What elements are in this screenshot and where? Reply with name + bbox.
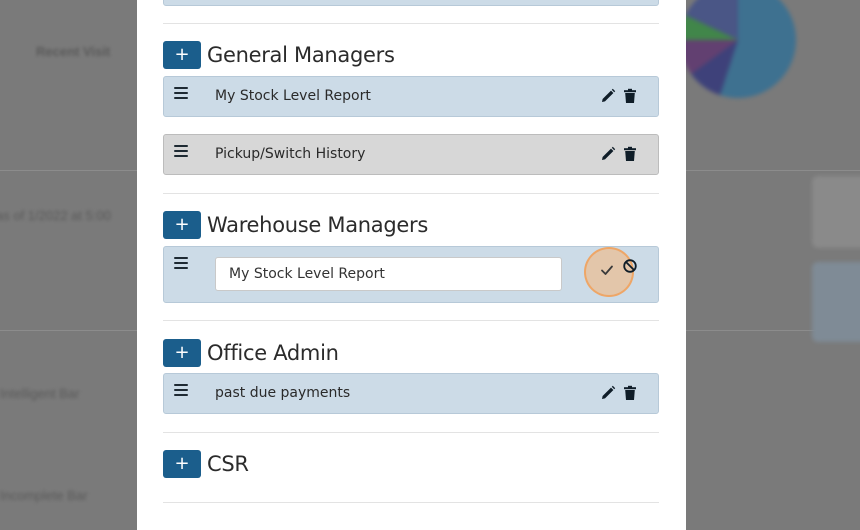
drag-handle-icon[interactable] xyxy=(174,87,188,101)
drag-handle-icon[interactable] xyxy=(174,145,188,159)
report-label: Pickup/Switch History xyxy=(215,146,366,162)
group-header-general-managers: + General Managers xyxy=(163,41,395,69)
report-name-input[interactable]: My Stock Level Report xyxy=(215,257,562,291)
bg-card xyxy=(812,176,860,248)
divider xyxy=(163,320,659,321)
divider xyxy=(163,193,659,194)
report-row[interactable]: past due payments xyxy=(163,373,659,414)
add-report-button[interactable]: + xyxy=(163,339,201,367)
confirm-edit-button[interactable] xyxy=(584,247,634,297)
report-label: past due payments xyxy=(215,385,351,401)
group-title: CSR xyxy=(207,452,249,476)
trash-icon[interactable] xyxy=(622,385,638,401)
group-title: Warehouse Managers xyxy=(207,213,428,237)
cancel-icon[interactable] xyxy=(622,258,638,274)
bg-heading: Recent Visit xyxy=(36,44,111,59)
add-report-button[interactable]: + xyxy=(163,41,201,69)
group-header-office-admin: + Office Admin xyxy=(163,339,339,367)
group-header-warehouse-managers: + Warehouse Managers xyxy=(163,211,428,239)
report-label: My Stock Level Report xyxy=(215,88,371,104)
group-title: General Managers xyxy=(207,43,395,67)
bg-text: Intelligent Bar xyxy=(0,386,80,401)
report-row-editing[interactable]: My Stock Level Report xyxy=(163,246,659,303)
pencil-icon[interactable] xyxy=(600,146,616,162)
group-title: Office Admin xyxy=(207,341,339,365)
drag-handle-icon[interactable] xyxy=(174,384,188,398)
drag-handle-icon[interactable] xyxy=(174,257,188,271)
pencil-icon[interactable] xyxy=(600,88,616,104)
divider xyxy=(163,432,659,433)
divider xyxy=(163,23,659,24)
divider xyxy=(163,502,659,503)
report-row[interactable]: My Stock Level Report xyxy=(163,76,659,117)
report-row[interactable]: Pickup/Switch History xyxy=(163,134,659,175)
bg-card xyxy=(812,262,860,342)
add-report-button[interactable]: + xyxy=(163,211,201,239)
dashboard-assignment-modal: + General Managers My Stock Level Report… xyxy=(137,0,686,530)
bg-pie-chart xyxy=(680,0,796,98)
add-report-button[interactable]: + xyxy=(163,450,201,478)
bg-text: Incomplete Bar xyxy=(0,488,88,503)
checkmark-icon xyxy=(601,265,613,275)
bg-text: as of 1/2022 at 5:00 xyxy=(0,208,111,223)
pencil-icon[interactable] xyxy=(600,385,616,401)
group-header-csr: + CSR xyxy=(163,450,249,478)
trash-icon[interactable] xyxy=(622,88,638,104)
trash-icon[interactable] xyxy=(622,146,638,162)
report-row xyxy=(163,0,659,6)
